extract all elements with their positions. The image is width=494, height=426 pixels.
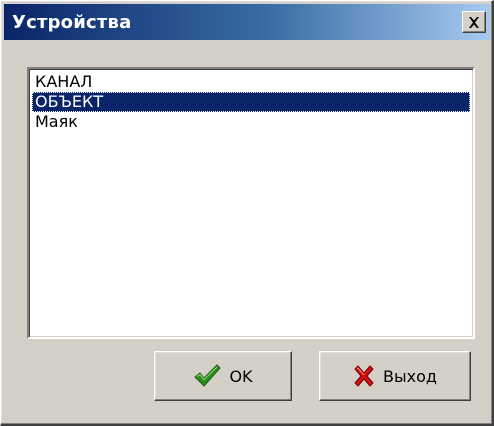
exit-button[interactable]: Выход bbox=[319, 351, 471, 401]
title-bar[interactable]: Устройства bbox=[4, 4, 490, 40]
red-x-icon bbox=[353, 365, 375, 387]
checkmark-icon bbox=[193, 364, 222, 388]
close-button[interactable] bbox=[462, 11, 486, 33]
window-title: Устройства bbox=[12, 11, 132, 33]
list-item-label: КАНАЛ bbox=[35, 72, 93, 91]
ok-button[interactable]: OK bbox=[154, 351, 292, 401]
devices-listbox[interactable]: КАНАЛ ОБЪЕКТ Маяк bbox=[27, 67, 475, 339]
list-item-label: Маяк bbox=[35, 112, 78, 131]
list-item-obekt[interactable]: ОБЪЕКТ bbox=[32, 92, 470, 112]
exit-button-label: Выход bbox=[383, 366, 437, 386]
list-item-mayak[interactable]: Маяк bbox=[32, 112, 470, 132]
devices-dialog: Устройства КАНАЛ ОБЪЕКТ Маяк OK Выход bbox=[0, 0, 494, 426]
close-icon bbox=[468, 13, 480, 32]
list-item-label: ОБЪЕКТ bbox=[35, 92, 104, 111]
list-item-kanal[interactable]: КАНАЛ bbox=[32, 72, 470, 92]
ok-button-label: OK bbox=[229, 366, 253, 386]
